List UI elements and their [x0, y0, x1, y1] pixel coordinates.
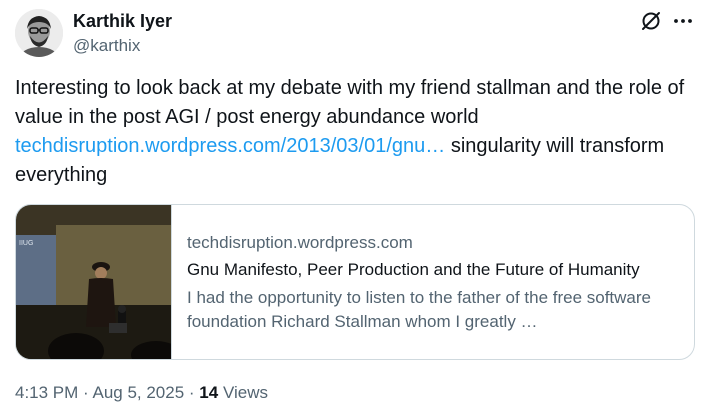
- card-domain: techdisruption.wordpress.com: [187, 233, 413, 252]
- grok-icon[interactable]: [640, 10, 662, 32]
- card-description: I had the opportunity to listen to the f…: [187, 288, 652, 331]
- card-title: Gnu Manifesto, Peer Production and the F…: [187, 260, 640, 279]
- tweet-time[interactable]: 4:13 PM: [15, 383, 78, 402]
- tweet: Karthik Iyer @karthix Interesting to loo…: [0, 0, 709, 412]
- avatar[interactable]: [15, 9, 63, 57]
- tweet-text-part1: Interesting to look back at my debate wi…: [15, 77, 685, 128]
- more-options-icon[interactable]: [672, 10, 694, 32]
- tweet-meta: 4:13 PM · Aug 5, 2025 · 14 Views: [15, 383, 268, 403]
- card-thumbnail: IIUG: [16, 205, 172, 359]
- tweet-link[interactable]: techdisruption.wordpress.com/2013/03/01/…: [15, 135, 445, 157]
- views-count: 14: [199, 383, 219, 402]
- meta-separator: ·: [184, 383, 200, 402]
- thumb-banner-text: IIUG: [19, 240, 33, 247]
- link-preview-card[interactable]: IIUG techdisruption.wordpress.com Gnu Ma…: [15, 204, 695, 360]
- author-handle[interactable]: @karthix: [73, 36, 140, 56]
- meta-separator: ·: [78, 383, 93, 402]
- tweet-text: Interesting to look back at my debate wi…: [15, 74, 685, 190]
- avatar-image: [15, 9, 63, 57]
- author-name[interactable]: Karthik Iyer: [73, 11, 172, 32]
- tweet-date[interactable]: Aug 5, 2025: [92, 383, 184, 402]
- views-label: Views: [218, 383, 268, 402]
